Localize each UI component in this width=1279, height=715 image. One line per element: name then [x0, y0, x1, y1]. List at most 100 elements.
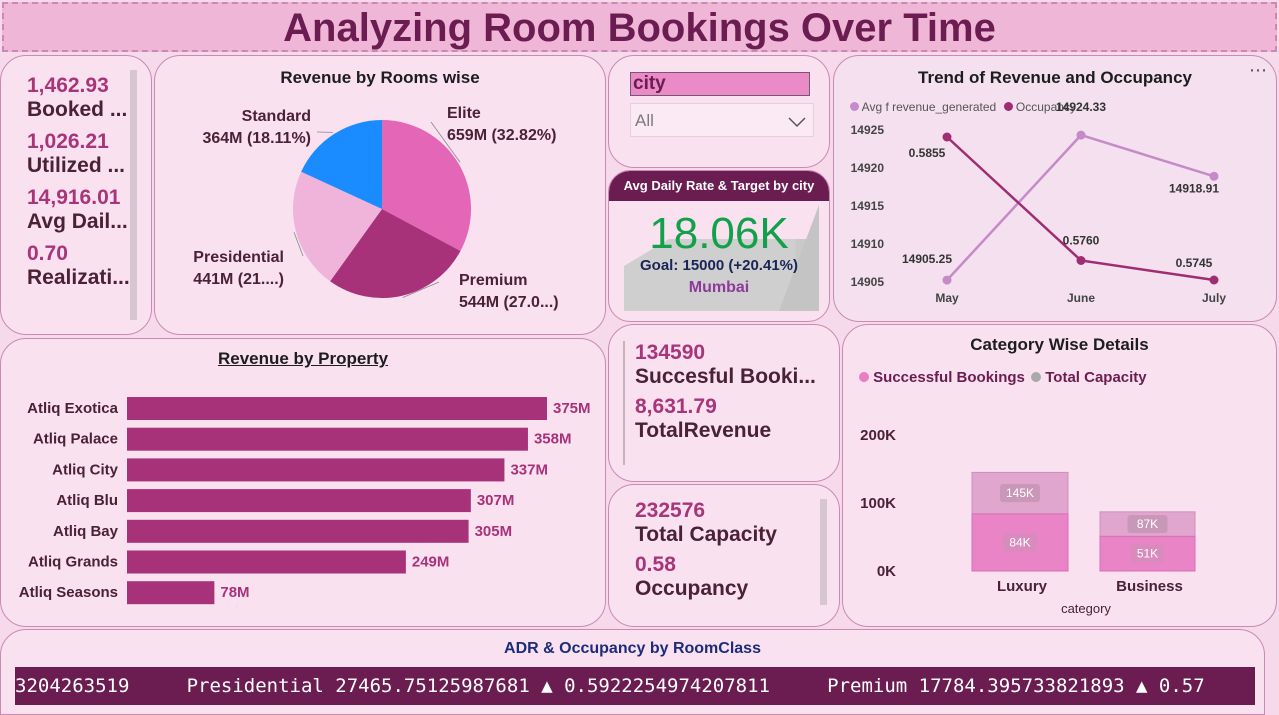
scrollbar[interactable]	[130, 70, 137, 320]
category-bookings-label: 51K	[1137, 547, 1158, 561]
city-dropdown[interactable]: All	[630, 103, 814, 137]
property-bar-name: Atliq Exotica	[27, 400, 119, 417]
property-bar	[127, 581, 215, 605]
property-bar	[127, 519, 469, 543]
property-chart-panel: Revenue by Property Atliq Exotica 375M Atl…	[0, 338, 606, 627]
trend-revenue-label: 14905.25	[902, 252, 952, 266]
rooms-pie-chart: Elite 659M (32.82%) Premium 544M (27.0...) P…	[193, 105, 559, 311]
trend-x-tick: July	[1202, 291, 1226, 305]
kpi-left-item: 1,026.21 Utilized ...	[27, 130, 139, 178]
rooms-chart-panel: Revenue by Rooms wise Elite 659M (32.82%)…	[154, 55, 606, 335]
ticker-strip: 3204263519 Presidential 27465.7512598768…	[15, 667, 1255, 705]
trend-occupancy-label: 0.5760	[1063, 234, 1100, 248]
trend-occupancy-label: 0.5855	[909, 146, 946, 160]
property-bar-value: 249M	[412, 554, 450, 571]
property-bar	[127, 458, 505, 482]
trend-revenue-label: 14918.91	[1169, 181, 1219, 195]
category-x-tick: Business	[1116, 578, 1183, 595]
category-y-tick: 200K	[860, 427, 896, 444]
property-bar	[127, 397, 547, 420]
trend-revenue-point	[1076, 130, 1086, 140]
trend-x-tick: May	[935, 291, 959, 305]
pie-label-value: 441M (21....)	[193, 271, 284, 288]
kpi-capacity-value: 232576	[635, 499, 706, 522]
trend-y-tick: 14910	[851, 237, 885, 251]
city-dropdown-value: All	[635, 111, 654, 130]
kpi-divider	[623, 341, 625, 465]
property-bar-name: Atliq Palace	[33, 431, 118, 448]
category-y-tick: 0K	[877, 563, 896, 580]
trend-line-chart: 14925 14920 14915 14910 14905 May June July 1490…	[851, 100, 1227, 305]
gauge-city: Mumbai	[688, 279, 750, 296]
property-bar	[127, 550, 406, 574]
property-bar-name: Atliq Bay	[53, 523, 119, 540]
trend-occupancy-point	[942, 132, 952, 142]
property-bar	[127, 427, 528, 451]
property-bar-value: 358M	[534, 431, 572, 448]
kpi-bookings-item: 134590 Succesful Booki...	[635, 341, 835, 389]
kpi-left-item: 1,462.93 Booked ...	[27, 74, 139, 122]
kpi-capacity-value: 0.58	[635, 553, 676, 576]
trend-revenue-label: 14924.33	[1056, 100, 1106, 114]
kpi-left-label: Booked ...	[27, 98, 128, 121]
kpi-left-item: 14,916.01 Avg Dail...	[27, 186, 139, 234]
property-bar-name: Atliq Grands	[28, 554, 118, 571]
category-chart-panel: Category Wise Details Successful Booking…	[842, 324, 1277, 627]
kpi-capacity-item: 0.58 Occupancy	[635, 553, 815, 601]
trend-revenue-point	[1209, 171, 1219, 181]
ticker-title: ADR & Occupancy by RoomClass	[504, 640, 761, 657]
property-bar-value: 307M	[477, 492, 515, 509]
kpi-bookings-value: 134590	[635, 341, 706, 364]
kpi-bookings-value: 8,631.79	[635, 395, 717, 418]
header-bar: Analyzing Room Bookings Over Time	[2, 2, 1277, 52]
kpi-card-left[interactable]: 1,462.93 Booked ... 1,026.21 Utilized ... 14…	[0, 55, 152, 335]
property-bar-value: 78M	[220, 584, 249, 601]
kpi-left-value: 14,916.01	[27, 186, 121, 209]
city-filter-panel: city All	[608, 55, 830, 168]
kpi-left-value: 0.70	[27, 242, 68, 265]
kpi-capacity-item: 232576 Total Capacity	[635, 499, 815, 547]
category-capacity-label: 87K	[1137, 517, 1158, 531]
kpi-card-capacity[interactable]: 232576 Total Capacity 0.58 Occupancy	[608, 484, 840, 627]
pie-label-name: Elite	[447, 105, 481, 122]
kpi-left-label: Utilized ...	[27, 154, 126, 177]
property-bar-value: 375M	[553, 400, 591, 417]
category-bar-chart: 200K 100K 0K 145K 84K Luxury 87K 51K Business cat…	[860, 427, 1196, 616]
trend-y-tick: 14905	[851, 275, 885, 289]
kpi-bookings-label: TotalRevenue	[635, 419, 772, 442]
kpi-card-bookings[interactable]: 134590 Succesful Booki... 8,631.79 TotalRev…	[608, 324, 840, 482]
kpi-bookings-item: 8,631.79 TotalRevenue	[635, 395, 835, 443]
trend-occupancy-point	[1209, 275, 1219, 285]
category-capacity-label: 145K	[1006, 486, 1034, 500]
kpi-capacity-label: Total Capacity	[635, 523, 777, 546]
kpi-left-item: 0.70 Realizati...	[27, 242, 139, 290]
pie-label-value: 544M (27.0...)	[459, 294, 559, 311]
kpi-capacity-label: Occupancy	[635, 577, 749, 600]
trend-y-tick: 14915	[851, 199, 885, 213]
trend-occupancy-point	[1076, 256, 1086, 265]
scrollbar[interactable]	[820, 499, 827, 605]
property-bar-value: 337M	[510, 461, 548, 478]
city-filter-label: city	[630, 72, 810, 96]
category-x-tick: Luxury	[997, 578, 1048, 595]
page-title: Analyzing Room Bookings Over Time	[283, 6, 996, 50]
kpi-left-value: 1,462.93	[27, 74, 109, 97]
ticker-text: 3204263519 Presidential 27465.7512598768…	[15, 675, 1205, 697]
trend-y-tick: 14920	[851, 161, 885, 175]
trend-chart-panel: Trend of Revenue and Occupancy ⋯ Avg f r…	[833, 55, 1277, 322]
gauge-goal: Goal: 15000 (+20.41%)	[639, 257, 798, 274]
category-y-tick: 100K	[860, 495, 896, 512]
kpi-left-label: Avg Dail...	[27, 210, 128, 233]
kpi-left-value: 1,026.21	[27, 130, 109, 153]
ticker-panel: ADR & Occupancy by RoomClass 3204263519 …	[0, 629, 1265, 715]
trend-x-tick: June	[1067, 291, 1095, 305]
trend-y-tick: 14925	[851, 123, 885, 137]
gauge-value: 18.06K	[649, 209, 789, 258]
kpi-left-label: Realizati...	[27, 266, 130, 289]
category-bookings-label: 84K	[1009, 535, 1030, 549]
pie-label-name: Standard	[242, 108, 311, 125]
pie-label-name: Premium	[459, 272, 527, 289]
property-bar-name: Atliq Seasons	[19, 584, 118, 601]
trend-revenue-point	[942, 275, 952, 285]
pie-label-value: 659M (32.82%)	[447, 127, 556, 144]
